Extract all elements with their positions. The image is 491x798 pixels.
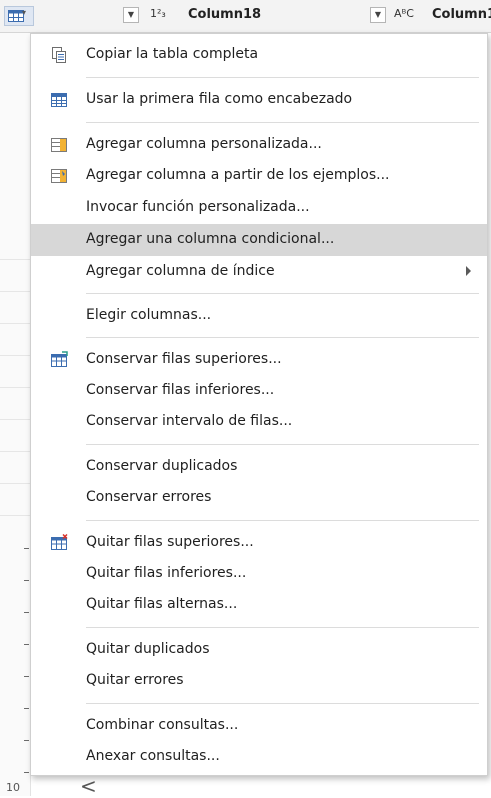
menu-item-label: Conservar filas superiores... bbox=[86, 351, 282, 367]
menu-item-keep-top-rows[interactable]: Conservar filas superiores... bbox=[31, 344, 487, 376]
column18-header[interactable]: Column18 bbox=[188, 7, 261, 22]
menu-item-label: Quitar duplicados bbox=[86, 641, 210, 657]
column18-filter-button[interactable]: ▼ bbox=[123, 7, 139, 23]
copy-icon bbox=[52, 47, 66, 63]
menu-item-label: Quitar filas inferiores... bbox=[86, 565, 247, 581]
column-from-examples-icon bbox=[51, 169, 67, 183]
menu-separator bbox=[86, 77, 479, 78]
table-header-icon bbox=[51, 93, 67, 107]
submenu-arrow-icon bbox=[466, 266, 471, 276]
menu-item-remove-errors[interactable]: Quitar errores bbox=[31, 665, 487, 697]
menu-item-label: Copiar la tabla completa bbox=[86, 46, 259, 62]
menu-item-invoke-custom-function[interactable]: Invocar función personalizada... bbox=[31, 192, 487, 224]
menu-item-label: Agregar una columna condicional... bbox=[86, 231, 335, 247]
text-type-icon[interactable]: AᴮC bbox=[394, 7, 414, 20]
column1-filter-button[interactable]: ▼ bbox=[370, 7, 386, 23]
row-number: 10 bbox=[6, 781, 20, 794]
menu-item-keep-duplicates[interactable]: Conservar duplicados bbox=[31, 451, 487, 483]
menu-item-label: Agregar columna personalizada... bbox=[86, 136, 322, 152]
menu-item-label: Combinar consultas... bbox=[86, 717, 239, 733]
menu-item-keep-range-of-rows[interactable]: Conservar intervalo de filas... bbox=[31, 406, 487, 438]
menu-item-label: Conservar intervalo de filas... bbox=[86, 413, 293, 429]
menu-item-label: Usar la primera fila como encabezado bbox=[86, 91, 353, 107]
menu-item-remove-bottom-rows[interactable]: Quitar filas inferiores... bbox=[31, 558, 487, 590]
menu-item-remove-duplicates[interactable]: Quitar duplicados bbox=[31, 634, 487, 666]
menu-separator bbox=[86, 444, 479, 445]
number-type-icon[interactable]: 1²₃ bbox=[150, 7, 166, 20]
menu-item-label: Quitar errores bbox=[86, 672, 184, 688]
menu-item-label: Conservar duplicados bbox=[86, 458, 238, 474]
menu-item-add-index-column[interactable]: Agregar columna de índice bbox=[31, 256, 487, 288]
menu-item-remove-alternate-rows[interactable]: Quitar filas alternas... bbox=[31, 589, 487, 621]
menu-item-remove-top-rows[interactable]: Quitar filas superiores... bbox=[31, 527, 487, 559]
menu-item-add-conditional-column[interactable]: Agregar una columna condicional... bbox=[31, 224, 487, 256]
menu-item-label: Elegir columnas... bbox=[86, 307, 212, 323]
table-context-menu: Copiar la tabla completa Usar la primera… bbox=[30, 33, 488, 776]
chevron-down-icon: ▾ bbox=[22, 8, 27, 17]
menu-item-label: Quitar filas alternas... bbox=[86, 596, 238, 612]
menu-item-choose-columns[interactable]: Elegir columnas... bbox=[31, 300, 487, 332]
menu-separator bbox=[86, 337, 479, 338]
menu-separator bbox=[86, 293, 479, 294]
remove-rows-icon bbox=[51, 534, 68, 550]
menu-item-label: Invocar función personalizada... bbox=[86, 199, 310, 215]
menu-item-copy-table[interactable]: Copiar la tabla completa bbox=[31, 39, 487, 71]
menu-separator bbox=[86, 122, 479, 123]
menu-separator bbox=[86, 703, 479, 704]
menu-separator bbox=[86, 627, 479, 628]
row-gutter bbox=[0, 33, 31, 796]
menu-item-use-first-row-as-headers[interactable]: Usar la primera fila como encabezado bbox=[31, 84, 487, 116]
menu-item-label: Agregar columna de índice bbox=[86, 263, 275, 279]
column1-header[interactable]: Column1 bbox=[432, 7, 491, 22]
menu-item-keep-errors[interactable]: Conservar errores bbox=[31, 482, 487, 514]
table-menu-button[interactable] bbox=[4, 6, 34, 26]
menu-item-column-from-examples[interactable]: Agregar columna a partir de los ejemplos… bbox=[31, 160, 487, 192]
menu-item-label: Anexar consultas... bbox=[86, 748, 220, 764]
menu-item-label: Agregar columna a partir de los ejemplos… bbox=[86, 167, 390, 183]
table-header: ▾ ▼ 1²₃ Column18 ▼ AᴮC Column1 bbox=[0, 0, 491, 33]
keep-rows-icon bbox=[51, 351, 68, 367]
menu-separator bbox=[86, 520, 479, 521]
menu-item-append-queries[interactable]: Anexar consultas... bbox=[31, 741, 487, 773]
menu-item-label: Conservar errores bbox=[86, 489, 212, 505]
menu-item-label: Conservar filas inferiores... bbox=[86, 382, 275, 398]
menu-item-merge-queries[interactable]: Combinar consultas... bbox=[31, 710, 487, 742]
menu-item-label: Quitar filas superiores... bbox=[86, 534, 254, 550]
menu-item-add-custom-column[interactable]: Agregar columna personalizada... bbox=[31, 129, 487, 161]
scroll-left-button[interactable]: < bbox=[80, 776, 97, 796]
custom-column-icon bbox=[51, 138, 67, 152]
menu-item-keep-bottom-rows[interactable]: Conservar filas inferiores... bbox=[31, 375, 487, 407]
